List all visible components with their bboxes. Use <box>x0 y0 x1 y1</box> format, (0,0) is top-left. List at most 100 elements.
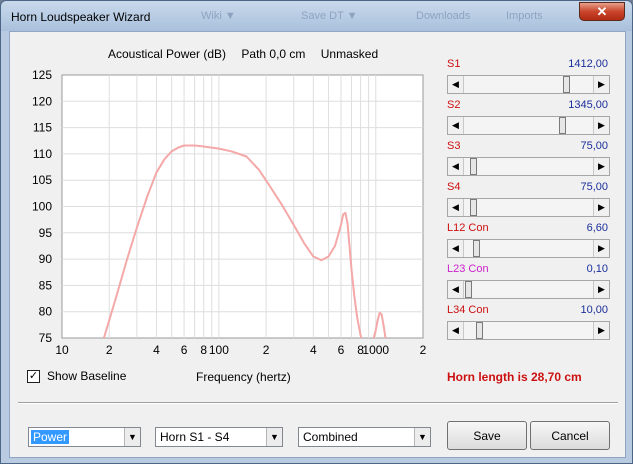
y-tick-label: 95 <box>39 226 53 240</box>
slider-value: 0,10 <box>586 263 608 275</box>
slider-track[interactable]: ◀ ▶ <box>447 157 610 176</box>
slider-name: S2 <box>447 99 461 111</box>
slider-track[interactable]: ◀ ▶ <box>447 239 610 258</box>
slider-s4: S4 75,00 ◀ ▶ <box>447 181 610 217</box>
slider-track[interactable]: ◀ ▶ <box>447 280 610 299</box>
slider-track[interactable]: ◀ ▶ <box>447 198 610 217</box>
slider-name: S1 <box>447 58 461 70</box>
cancel-button[interactable]: Cancel <box>530 421 610 450</box>
slider-value: 1345,00 <box>568 99 608 111</box>
slider-header: S1 1412,00 <box>447 58 610 72</box>
slider-value: 10,00 <box>580 304 608 316</box>
slider-name: L34 Con <box>447 304 489 316</box>
arrow-left-icon[interactable]: ◀ <box>448 199 464 216</box>
arrow-left-icon[interactable]: ◀ <box>448 158 464 175</box>
close-icon: ✕ <box>596 3 608 19</box>
arrow-right-icon[interactable]: ▶ <box>593 199 609 216</box>
cancel-button-label: Cancel <box>551 428 589 443</box>
slider-value: 1412,00 <box>568 58 608 70</box>
window-title: Horn Loudspeaker Wizard <box>11 10 151 24</box>
slider-header: S2 1345,00 <box>447 99 610 113</box>
slider-thumb[interactable] <box>558 117 566 134</box>
x-tick-label: 2 <box>420 343 427 357</box>
save-button-label: Save <box>473 428 501 443</box>
y-tick-label: 125 <box>32 68 52 82</box>
plot-type-value: Power <box>31 430 70 444</box>
background-title-3: Downloads <box>416 10 471 22</box>
slider-thumb[interactable] <box>469 158 477 175</box>
slider-thumb[interactable] <box>465 281 472 298</box>
frequency-axis-label: Frequency (hertz) <box>196 370 291 384</box>
y-tick-label: 85 <box>39 278 53 292</box>
y-tick-label: 115 <box>33 121 52 135</box>
arrow-right-icon[interactable]: ▶ <box>593 76 609 93</box>
y-tick-label: 110 <box>33 147 52 161</box>
slider-name: S3 <box>447 140 461 152</box>
title-bar[interactable]: Horn Loudspeaker Wizard Wiki ▼ Save DT ▼… <box>1 1 632 31</box>
background-title-1: Wiki ▼ <box>201 10 236 22</box>
x-tick-label: 8 <box>200 343 207 357</box>
chevron-down-icon[interactable]: ▼ <box>266 428 282 446</box>
x-tick-label: 4 <box>153 343 160 357</box>
dialog-body: Acoustical Power (dB) Path 0,0 cm Unmask… <box>9 31 626 458</box>
slider-thumb[interactable] <box>563 76 571 93</box>
y-tick-label: 75 <box>39 331 53 345</box>
slider-track[interactable]: ◀ ▶ <box>447 116 610 135</box>
checkmark-icon: ✓ <box>28 369 39 382</box>
slider-thumb[interactable] <box>475 322 483 339</box>
background-title-2: Save DT ▼ <box>301 10 358 22</box>
slider-name: S4 <box>447 181 461 193</box>
show-baseline-option[interactable]: ✓ Show Baseline <box>27 369 126 383</box>
slider-name: L12 Con <box>447 222 489 234</box>
x-tick-label: 10 <box>55 343 69 357</box>
slider-header: S3 75,00 <box>447 140 610 154</box>
slider-header: S4 75,00 <box>447 181 610 195</box>
chevron-down-icon[interactable]: ▼ <box>414 428 430 446</box>
x-tick-label: 6 <box>181 343 188 357</box>
arrow-right-icon[interactable]: ▶ <box>593 117 609 134</box>
x-tick-label: 1000 <box>362 343 389 357</box>
wizard-window: Horn Loudspeaker Wizard Wiki ▼ Save DT ▼… <box>0 0 633 464</box>
arrow-right-icon[interactable]: ▶ <box>593 158 609 175</box>
arrow-left-icon[interactable]: ◀ <box>448 322 464 339</box>
x-tick-label: 6 <box>338 343 345 357</box>
arrow-left-icon[interactable]: ◀ <box>448 281 464 298</box>
slider-thumb[interactable] <box>469 199 477 216</box>
slider-track[interactable]: ◀ ▶ <box>447 75 610 94</box>
slider-l12: L12 Con 6,60 ◀ ▶ <box>447 222 610 258</box>
slider-value: 75,00 <box>580 181 608 193</box>
mode-select[interactable]: Combined ▼ <box>298 427 431 447</box>
arrow-left-icon[interactable]: ◀ <box>448 117 464 134</box>
slider-track[interactable]: ◀ ▶ <box>447 321 610 340</box>
chevron-down-icon[interactable]: ▼ <box>124 428 140 446</box>
y-tick-label: 105 <box>32 173 52 187</box>
y-tick-label: 120 <box>32 94 52 108</box>
x-tick-label: 2 <box>106 343 113 357</box>
close-button[interactable]: ✕ <box>579 2 625 21</box>
arrow-right-icon[interactable]: ▶ <box>593 240 609 257</box>
arrow-left-icon[interactable]: ◀ <box>448 240 464 257</box>
slider-value: 75,00 <box>580 140 608 152</box>
arrow-right-icon[interactable]: ▶ <box>593 281 609 298</box>
arrow-left-icon[interactable]: ◀ <box>448 76 464 93</box>
divider <box>18 402 618 404</box>
slider-s2: S2 1345,00 ◀ ▶ <box>447 99 610 135</box>
mode-value: Combined <box>303 430 358 444</box>
slider-name: L23 Con <box>447 263 489 275</box>
slider-thumb[interactable] <box>473 240 481 257</box>
show-baseline-checkbox[interactable]: ✓ <box>27 369 40 383</box>
slider-s3: S3 75,00 ◀ ▶ <box>447 140 610 176</box>
horn-range-select[interactable]: Horn S1 - S4 ▼ <box>155 427 283 447</box>
save-button[interactable]: Save <box>447 421 527 450</box>
y-tick-label: 90 <box>39 252 53 266</box>
x-tick-label: 4 <box>310 343 317 357</box>
slider-l23: L23 Con 0,10 ◀ ▶ <box>447 263 610 299</box>
arrow-right-icon[interactable]: ▶ <box>593 322 609 339</box>
y-tick-label: 80 <box>39 305 53 319</box>
background-title-4: Imports <box>506 10 543 22</box>
x-tick-label: 2 <box>263 343 270 357</box>
slider-value: 6,60 <box>586 222 608 234</box>
slider-header: L23 Con 0,10 <box>447 263 610 277</box>
power-chart: 758085909510010511011512012510 2 4 6 8 100 2 4 6… <box>32 68 427 357</box>
plot-type-select[interactable]: Power ▼ <box>28 427 141 447</box>
